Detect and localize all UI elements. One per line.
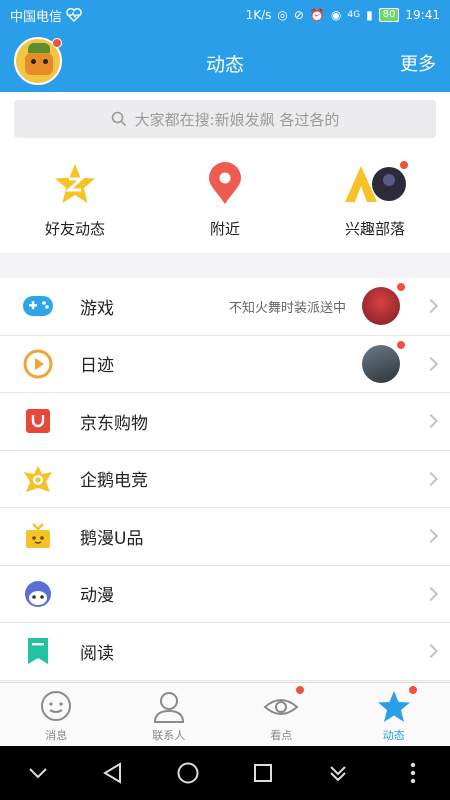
list-item-reading[interactable]: 阅读 (0, 623, 450, 681)
eye-comfort-icon: ◉ (330, 8, 342, 22)
quick-nearby[interactable]: 附近 (150, 148, 300, 253)
tribe-badge (399, 160, 409, 170)
chevron-down-icon[interactable] (18, 753, 58, 793)
game-promo-text: 不知火舞时装派送中 (228, 300, 346, 316)
list-item-game[interactable]: 游戏 不知火舞时装派送中 (0, 278, 450, 336)
list-item-anime[interactable]: 动漫 (0, 566, 450, 623)
tribe-tent-icon (343, 160, 409, 206)
chevron-right-icon (423, 299, 439, 314)
location-pin-icon (203, 162, 247, 206)
tab-messages[interactable]: 消息 (0, 683, 113, 746)
chevron-right-icon (423, 529, 439, 544)
search-placeholder: 大家都在搜:新娘发飙 各过各的 (134, 110, 340, 129)
quick-label: 兴趣部落 (344, 220, 405, 238)
tab-label: 看点 (270, 729, 293, 742)
jd-bag-icon (22, 405, 54, 437)
list-item-label: 京东购物 (80, 413, 148, 434)
game-badge (396, 282, 406, 292)
discover-badge (295, 685, 306, 695)
list-item-label: 阅读 (80, 643, 114, 664)
signal-type: 4G (347, 10, 361, 20)
game-thumbnail (362, 287, 400, 326)
bookmark-icon (22, 635, 54, 667)
list-item-goose-goods[interactable]: 鹅漫U品 (0, 508, 450, 566)
tab-label: 消息 (45, 729, 68, 742)
battery-icon: 80 (378, 8, 400, 22)
signal-bars-icon: ▮ (366, 8, 373, 22)
contact-person-icon (151, 689, 187, 725)
eye-icon (263, 685, 306, 725)
star-z-icon (53, 162, 97, 206)
back-icon[interactable] (93, 753, 133, 793)
alarm-icon: ⏰ (309, 8, 325, 22)
esports-crown-icon (22, 463, 54, 495)
chevron-right-icon (423, 414, 439, 429)
feed-badge (407, 685, 418, 695)
quick-entries: 好友动态 附近 兴趣部落 (0, 148, 450, 253)
notification-pull-icon[interactable] (318, 753, 358, 793)
home-icon[interactable] (168, 753, 208, 793)
play-circle-icon (22, 348, 54, 380)
search-icon (111, 111, 126, 127)
list-item-label: 企鹅电竞 (80, 471, 148, 492)
chevron-right-icon (423, 586, 439, 601)
tab-contacts[interactable]: 联系人 (113, 683, 226, 746)
quick-label: 附近 (209, 220, 240, 238)
bottom-tab-bar: 消息 联系人 看点 动态 (0, 682, 450, 746)
list-item-label: 日迹 (80, 356, 114, 377)
list-item-esports[interactable]: 企鹅电竞 (0, 451, 450, 508)
gamepad-icon (22, 290, 54, 322)
search-area: 大家都在搜:新娘发飙 各过各的 (0, 92, 450, 148)
wifi-icon: ◎ (277, 8, 288, 22)
page-title: 动态 (205, 54, 244, 76)
recent-apps-icon[interactable] (243, 753, 283, 793)
list-item-daily-track[interactable]: 日迹 (0, 336, 450, 393)
mute-icon: ⊘ (293, 8, 304, 22)
service-list: 游戏 不知火舞时装派送中 日迹 京东购物 企鹅电竞 鹅漫U品 动漫 阅读 (0, 278, 450, 681)
more-button[interactable]: 更多 (400, 50, 436, 76)
quick-friends-feed[interactable]: 好友动态 (0, 148, 150, 253)
tab-feed[interactable]: 动态 (338, 683, 450, 746)
tab-label: 联系人 (152, 729, 186, 742)
chevron-right-icon (423, 356, 439, 371)
list-item-jd-shopping[interactable]: 京东购物 (0, 393, 450, 451)
search-input[interactable]: 大家都在搜:新娘发飙 各过各的 (14, 100, 436, 138)
system-nav-bar (0, 746, 450, 800)
chat-bubble-icon (38, 689, 74, 725)
carrier-name: 中国电信 (10, 9, 63, 25)
status-bar: 中国电信 1K/s ◎ ⊘ ⏰ ◉ 4G ▮ 80 19:41 (0, 0, 450, 30)
list-item-label: 动漫 (80, 586, 114, 607)
tab-label: 动态 (382, 729, 405, 742)
quick-interest-tribe[interactable]: 兴趣部落 (300, 148, 450, 253)
more-vertical-icon[interactable] (393, 753, 433, 793)
clock: 19:41 (405, 8, 440, 22)
tab-discover[interactable]: 看点 (225, 683, 338, 746)
heart-pulse-icon (66, 8, 82, 22)
list-item-label: 游戏 (80, 298, 114, 319)
list-item-label: 鹅漫U品 (80, 528, 144, 549)
gift-box-icon (22, 520, 54, 552)
chevron-right-icon (423, 471, 439, 486)
avatar-badge (52, 38, 62, 48)
anime-face-icon (22, 578, 54, 610)
chevron-right-icon (423, 644, 439, 659)
daily-track-thumbnail (362, 344, 400, 383)
star-icon (376, 685, 418, 725)
quick-label: 好友动态 (44, 220, 105, 238)
daily-track-badge (396, 339, 406, 350)
app-header: 动态 更多 (0, 30, 450, 92)
network-speed: 1K/s (245, 8, 272, 22)
